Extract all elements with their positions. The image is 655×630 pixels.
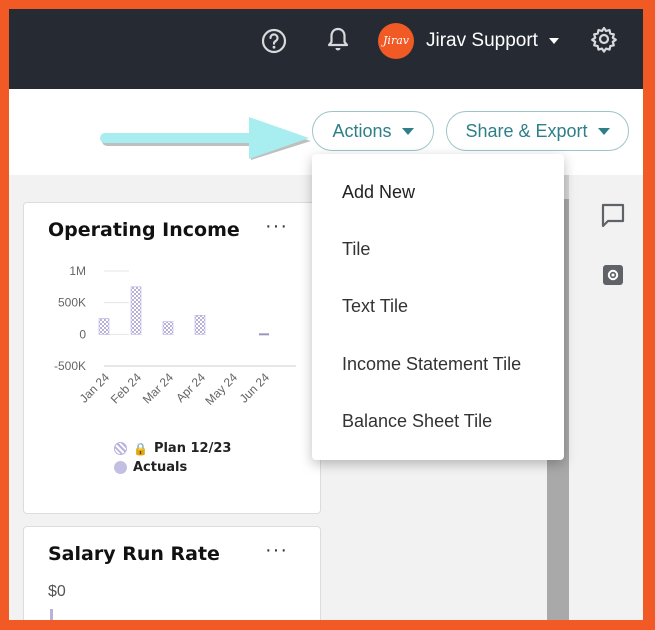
caret-down-icon bbox=[597, 127, 610, 135]
comment-icon[interactable] bbox=[600, 202, 626, 228]
salary-value: $0 bbox=[48, 583, 66, 600]
bar-plan bbox=[162, 321, 174, 335]
actions-button-label: Actions bbox=[332, 120, 392, 141]
app-window: Jirav Jirav Support Actions Share & Expo… bbox=[9, 9, 643, 620]
salary-bar bbox=[50, 609, 53, 620]
bar-plan bbox=[259, 333, 269, 336]
operating-income-chart: 1M500K0-500KJan 24Feb 24Mar 24Apr 24May … bbox=[54, 264, 296, 408]
x-tick-label: Feb 24 bbox=[108, 370, 145, 407]
menu-item-balance-sheet-tile[interactable]: Balance Sheet Tile bbox=[342, 411, 492, 432]
avatar[interactable]: Jirav bbox=[378, 23, 414, 59]
annotation-arrow bbox=[100, 117, 311, 160]
tile-settings-icon[interactable] bbox=[602, 264, 624, 286]
caret-down-icon bbox=[401, 127, 414, 135]
operating-income-card: Operating Income ··· 1M 500K 0 -500K Jan 24 F… bbox=[23, 202, 321, 514]
actions-button[interactable]: Actions bbox=[312, 111, 434, 151]
lock-icon: 🔒 bbox=[133, 441, 148, 456]
x-tick-label: Jun 24 bbox=[237, 370, 273, 406]
menu-item-income-statement-tile[interactable]: Income Statement Tile bbox=[342, 354, 521, 375]
bar-plan bbox=[130, 286, 142, 335]
legend-plan-label: Plan 12/23 bbox=[153, 441, 232, 456]
card-title: Salary Run Rate bbox=[48, 543, 220, 565]
menu-item-add-new[interactable]: Add New bbox=[342, 182, 415, 203]
plan-swatch bbox=[114, 442, 127, 455]
actions-dropdown-menu: Add New Tile Text Tile Income Statement … bbox=[312, 154, 564, 460]
x-tick-label: Jan 24 bbox=[77, 370, 113, 406]
bell-icon[interactable] bbox=[325, 26, 351, 54]
y-tick-label: 0 bbox=[79, 327, 86, 341]
x-tick-label: May 24 bbox=[202, 370, 240, 408]
share-export-button[interactable]: Share & Export bbox=[446, 111, 629, 151]
salary-run-rate-card: Salary Run Rate ··· $0 bbox=[23, 526, 321, 620]
y-tick-label: 500K bbox=[58, 296, 86, 310]
user-menu-name[interactable]: Jirav Support bbox=[426, 30, 538, 52]
top-navigation-bar: Jirav Jirav Support bbox=[9, 9, 643, 89]
card-title: Operating Income bbox=[48, 219, 240, 241]
more-options-icon[interactable]: ··· bbox=[265, 215, 288, 238]
gear-icon[interactable] bbox=[590, 25, 618, 53]
legend-item-actuals[interactable]: Actuals bbox=[114, 458, 231, 477]
y-tick-label: -500K bbox=[54, 359, 86, 373]
share-export-button-label: Share & Export bbox=[465, 120, 588, 141]
chevron-down-icon[interactable] bbox=[549, 38, 559, 44]
legend-actuals-label: Actuals bbox=[133, 460, 188, 475]
bar-plan bbox=[98, 318, 110, 335]
bar-plan bbox=[194, 315, 206, 335]
menu-item-text-tile[interactable]: Text Tile bbox=[342, 296, 408, 317]
y-tick-label: 1M bbox=[69, 264, 86, 278]
help-icon[interactable] bbox=[261, 28, 287, 54]
actuals-swatch bbox=[114, 461, 127, 474]
more-options-icon[interactable]: ··· bbox=[265, 539, 288, 562]
legend-item-plan[interactable]: 🔒 Plan 12/23 bbox=[114, 439, 231, 458]
chart-legend: 🔒 Plan 12/23 Actuals bbox=[114, 439, 231, 477]
x-tick-label: Mar 24 bbox=[140, 370, 177, 407]
menu-item-tile[interactable]: Tile bbox=[342, 239, 370, 260]
